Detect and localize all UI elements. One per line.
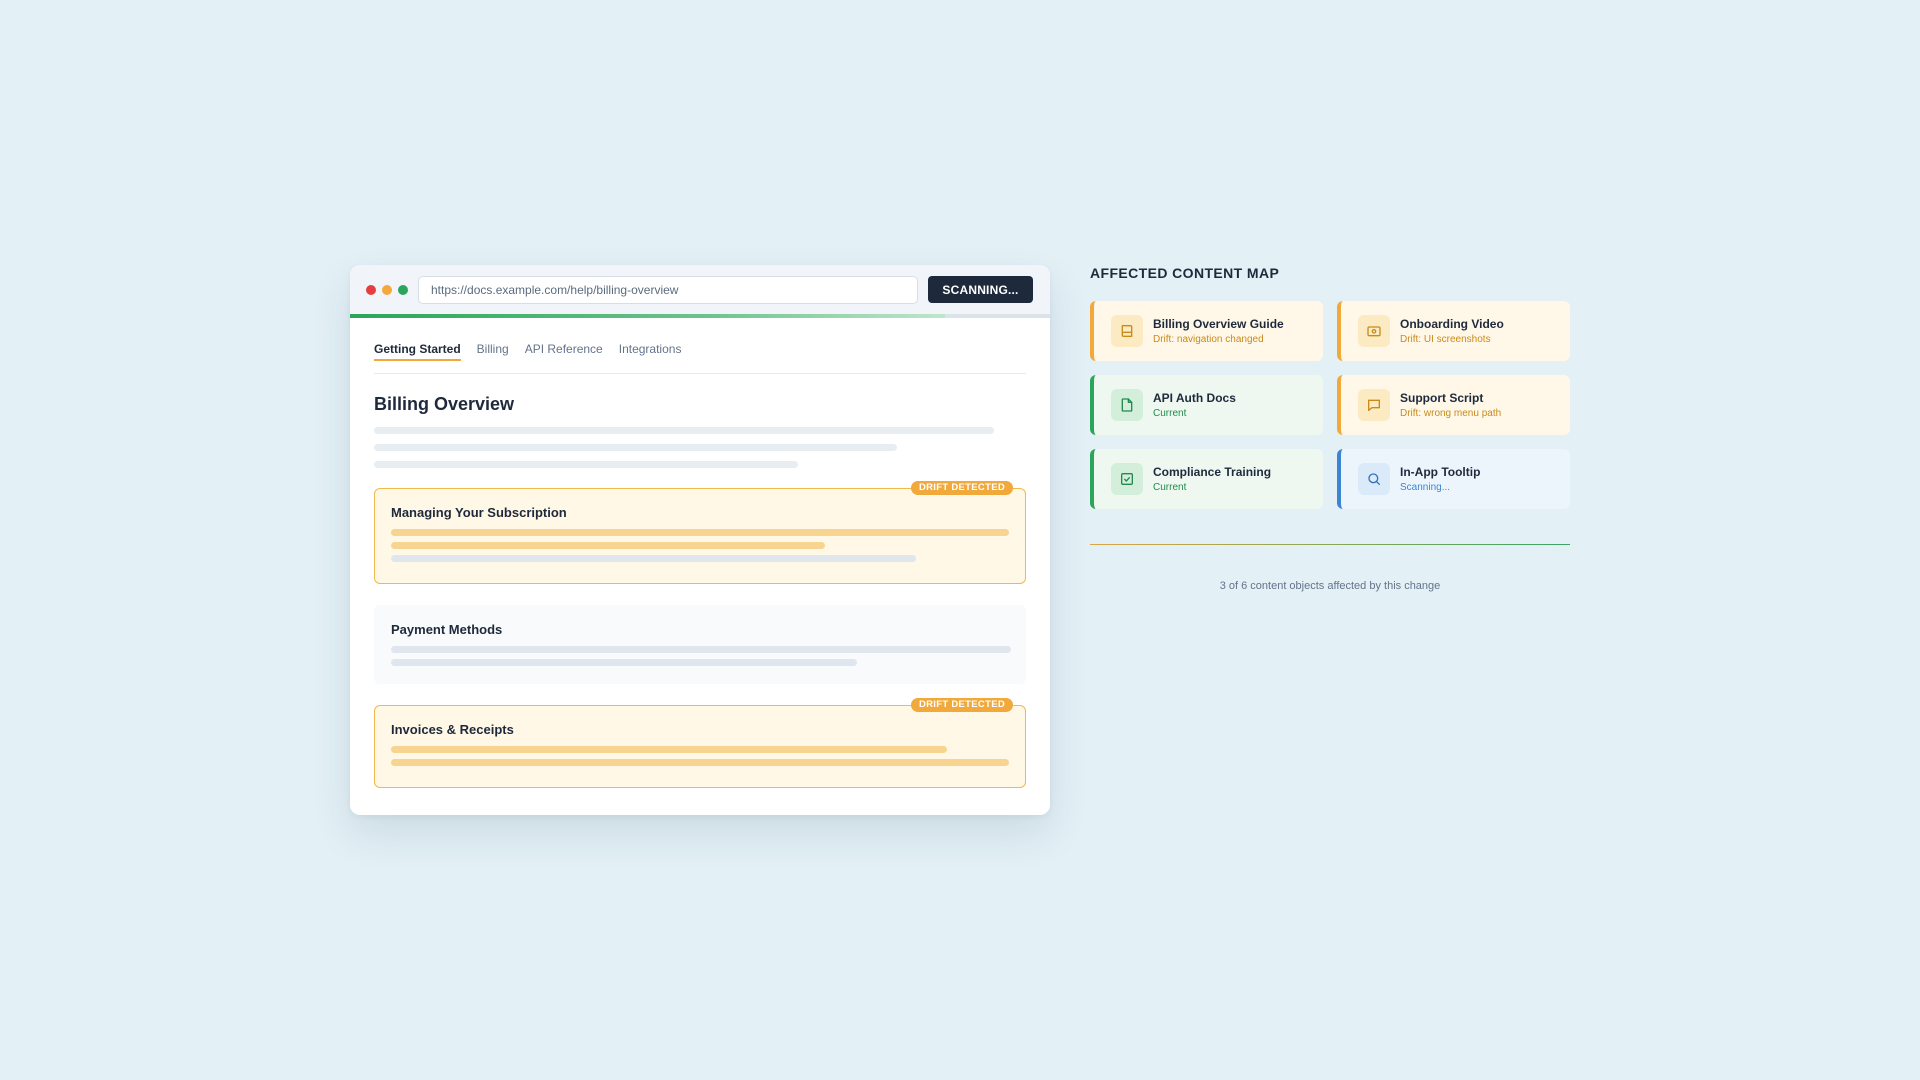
- browser-window: https://docs.example.com/help/billing-ov…: [350, 265, 1050, 815]
- placeholder-line: [391, 529, 1009, 536]
- doc-tabs: Getting Started Billing API Reference In…: [374, 318, 1026, 374]
- search-icon: [1358, 463, 1390, 495]
- placeholder-line: [374, 427, 994, 434]
- video-icon: [1358, 315, 1390, 347]
- card-status: Drift: navigation changed: [1153, 334, 1264, 345]
- card-onboarding-video[interactable]: Onboarding Video Drift: UI screenshots: [1337, 301, 1570, 361]
- card-title: Billing Overview Guide: [1153, 317, 1284, 331]
- card-status: Drift: wrong menu path: [1400, 408, 1502, 419]
- card-billing-overview-guide[interactable]: Billing Overview Guide Drift: navigation…: [1090, 301, 1323, 361]
- card-title: API Auth Docs: [1153, 391, 1236, 405]
- tab-api-reference[interactable]: API Reference: [525, 342, 603, 361]
- scan-progress-fill: [350, 314, 945, 318]
- section-title: Payment Methods: [391, 622, 503, 637]
- card-support-script[interactable]: Support Script Drift: wrong menu path: [1337, 375, 1570, 435]
- content-cards: Billing Overview Guide Drift: navigation…: [1090, 301, 1570, 509]
- card-in-app-tooltip[interactable]: In-App Tooltip Scanning...: [1337, 449, 1570, 509]
- checkbox-icon: [1111, 463, 1143, 495]
- maximize-window-dot[interactable]: [398, 284, 408, 295]
- section-placeholder-lines: [391, 746, 1009, 766]
- placeholder-line: [391, 659, 857, 666]
- card-compliance-training[interactable]: Compliance Training Current: [1090, 449, 1323, 509]
- chat-icon: [1358, 389, 1390, 421]
- url-bar[interactable]: https://docs.example.com/help/billing-ov…: [418, 275, 918, 304]
- window-controls: [366, 284, 408, 295]
- card-status: Current: [1153, 408, 1187, 419]
- panel-title: AFFECTED CONTENT MAP: [1090, 265, 1280, 281]
- card-status: Drift: UI screenshots: [1400, 334, 1491, 345]
- section-title: Managing Your Subscription: [391, 505, 567, 520]
- placeholder-line: [391, 542, 825, 549]
- placeholder-line: [391, 759, 1009, 766]
- placeholder-line: [391, 555, 916, 562]
- url-text: https://docs.example.com/help/billing-ov…: [431, 282, 679, 297]
- document-icon: [1111, 389, 1143, 421]
- page-title: Billing Overview: [374, 394, 515, 414]
- placeholder-line: [374, 444, 897, 451]
- browser-chrome: https://docs.example.com/help/billing-ov…: [350, 265, 1050, 314]
- book-icon: [1111, 315, 1143, 347]
- section-payment-methods[interactable]: Payment Methods: [374, 605, 1026, 684]
- section-invoices-receipts[interactable]: DRIFT DETECTED Invoices & Receipts: [374, 698, 1026, 788]
- intro-placeholder-lines: [374, 427, 1026, 468]
- card-status: Current: [1153, 482, 1187, 493]
- close-window-dot[interactable]: [366, 284, 376, 295]
- tab-billing[interactable]: Billing: [477, 342, 509, 361]
- affected-summary: 3 of 6 content objects affected by this …: [1219, 580, 1441, 592]
- card-title: Support Script: [1400, 391, 1484, 405]
- tab-integrations[interactable]: Integrations: [619, 342, 682, 361]
- section-placeholder-lines: [391, 646, 1011, 666]
- section-placeholder-lines: [391, 529, 1009, 562]
- placeholder-line: [374, 461, 798, 468]
- tab-getting-started[interactable]: Getting Started: [374, 342, 461, 361]
- panel-divider: [1090, 544, 1570, 545]
- scanning-button[interactable]: SCANNING...: [928, 276, 1033, 303]
- doc-page: Getting Started Billing API Reference In…: [350, 318, 1050, 788]
- card-title: In-App Tooltip: [1400, 465, 1481, 479]
- drift-detected-badge: DRIFT DETECTED: [910, 481, 1013, 495]
- placeholder-line: [391, 746, 947, 753]
- drift-detected-badge: DRIFT DETECTED: [910, 698, 1013, 712]
- section-managing-subscription[interactable]: DRIFT DETECTED Managing Your Subscriptio…: [374, 481, 1026, 584]
- placeholder-line: [391, 646, 1011, 653]
- affected-content-map: AFFECTED CONTENT MAP Billing Overview Gu…: [1090, 265, 1570, 592]
- minimize-window-dot[interactable]: [382, 284, 392, 295]
- section-title: Invoices & Receipts: [391, 722, 514, 737]
- card-title: Compliance Training: [1153, 465, 1272, 479]
- card-api-auth-docs[interactable]: API Auth Docs Current: [1090, 375, 1323, 435]
- scan-progress-bar: [350, 314, 1050, 318]
- card-status: Scanning...: [1400, 482, 1451, 493]
- card-title: Onboarding Video: [1400, 317, 1504, 331]
